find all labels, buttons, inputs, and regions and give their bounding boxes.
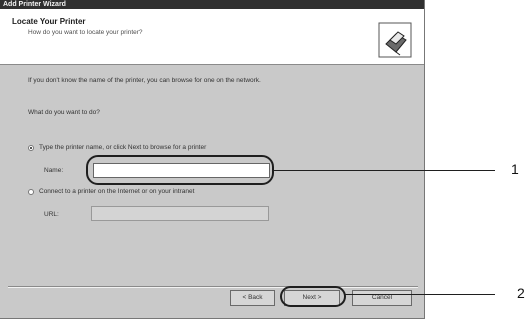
question-text: What do you want to do? (28, 109, 100, 116)
connect-internet-radio[interactable] (28, 189, 34, 195)
callout-line-1 (273, 170, 495, 171)
back-button[interactable]: < Back (230, 290, 275, 306)
url-label: URL: (44, 211, 59, 218)
name-label: Name: (44, 167, 64, 174)
page-subtitle: How do you want to locate your printer? (28, 29, 143, 36)
intro-text: If you don't know the name of the printe… (28, 77, 261, 84)
printer-icon (378, 22, 412, 58)
url-input[interactable] (91, 206, 269, 221)
title-bar: Add Printer Wizard (0, 0, 424, 9)
page-title: Locate Your Printer (12, 17, 86, 26)
button-separator (8, 286, 418, 288)
callout-number-2: 2 (517, 285, 525, 301)
callout-ring-2 (280, 286, 346, 307)
type-name-option-label: Type the printer name, or click Next to … (39, 144, 207, 151)
callout-ring-1 (86, 155, 274, 185)
cancel-button[interactable]: Cancel (352, 290, 412, 306)
type-name-radio[interactable] (28, 145, 34, 151)
callout-line-2 (345, 294, 495, 295)
connect-internet-option-label: Connect to a printer on the Internet or … (39, 188, 195, 195)
wizard-header: Locate Your Printer How do you want to l… (0, 9, 424, 65)
callout-number-1: 1 (511, 161, 519, 177)
